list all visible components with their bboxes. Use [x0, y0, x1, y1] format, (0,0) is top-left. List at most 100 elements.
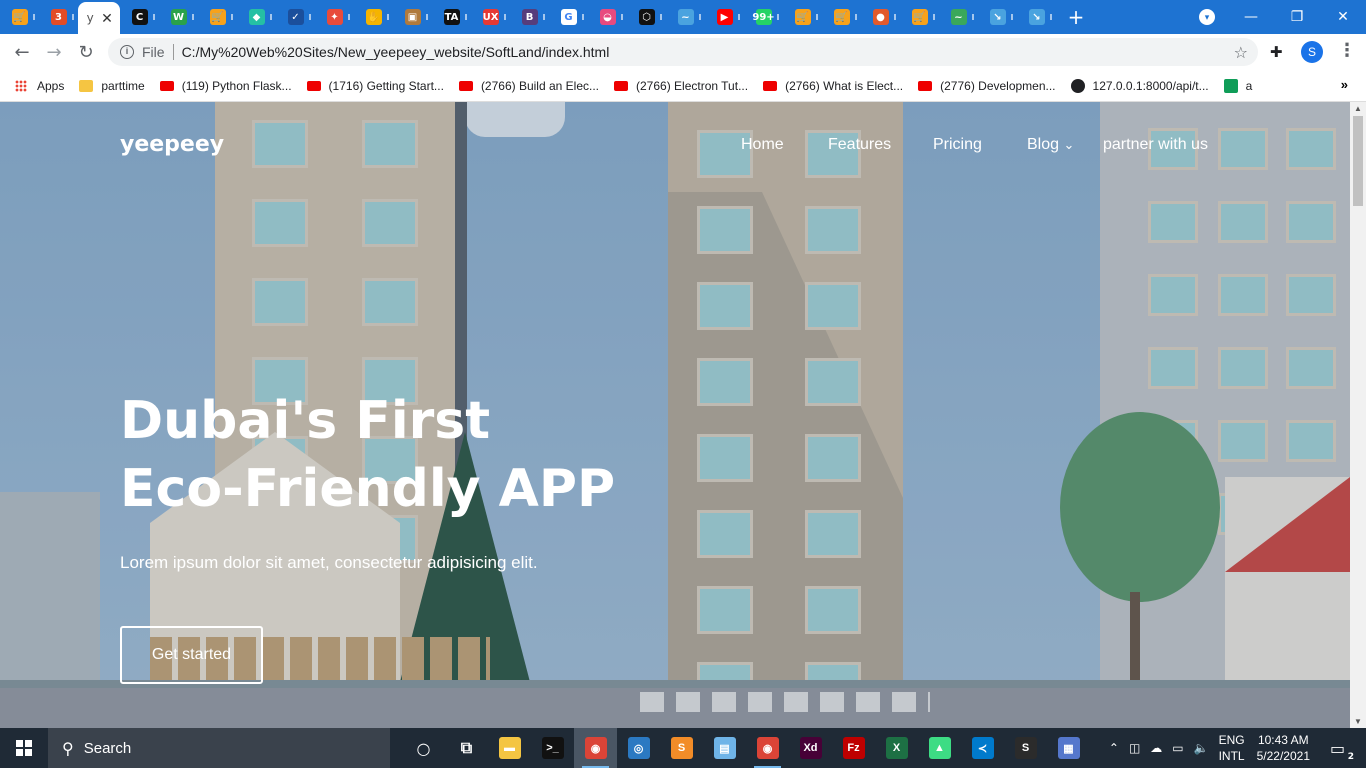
browser-tab[interactable]: ~: [666, 0, 705, 34]
taskbar-search[interactable]: ⚲ Search: [48, 728, 390, 768]
browser-tab[interactable]: C: [120, 0, 159, 34]
browser-tab[interactable]: 🛒: [900, 0, 939, 34]
address-bar[interactable]: i File C:/My%20Web%20Sites/New_yeepeey_w…: [108, 38, 1258, 66]
volume-icon[interactable]: 🔈: [1194, 741, 1209, 755]
scroll-up-icon[interactable]: ▲: [1354, 104, 1362, 113]
scrollbar-thumb[interactable]: [1353, 116, 1363, 206]
system-clock[interactable]: 10:43 AM 5/22/2021: [1257, 732, 1310, 764]
browser-tab[interactable]: ●: [861, 0, 900, 34]
browser-tab[interactable]: 3: [39, 0, 78, 34]
taskbar-app[interactable]: ◉: [574, 728, 617, 768]
browser-tab[interactable]: ⬡: [627, 0, 666, 34]
browser-tab[interactable]: ▣: [393, 0, 432, 34]
browser-tab[interactable]: ◒: [588, 0, 627, 34]
bookmark-item[interactable]: (2766) Electron Tut...: [614, 79, 748, 93]
taskbar-app[interactable]: ▬: [488, 728, 531, 768]
nav-home[interactable]: Home: [741, 136, 784, 154]
bookmarks-overflow-icon[interactable]: »: [1341, 77, 1348, 92]
browser-tab[interactable]: G: [549, 0, 588, 34]
bookmark-item[interactable]: parttime: [79, 79, 145, 93]
browser-tab-strip: 🛒 3 y ✕ C W 🛒 ◆ ✓ ✦ ✋ ▣ TA UX B G ◒ ⬡ ~ ▶ 99+ 🛒 🛒 ● 🛒 ~ ↘ ↘ +: [0, 0, 1366, 34]
site-logo[interactable]: yeepeey: [120, 132, 224, 157]
input-language[interactable]: ENG INTL: [1219, 732, 1245, 764]
start-button[interactable]: [0, 728, 48, 768]
network-icon[interactable]: ▭: [1172, 741, 1183, 755]
browser-tab[interactable]: 🛒: [822, 0, 861, 34]
reload-icon[interactable]: ↻: [70, 42, 102, 63]
taskbar-app[interactable]: >_: [531, 728, 574, 768]
bookmark-star-icon[interactable]: ☆: [1234, 43, 1248, 62]
taskbar-app[interactable]: ≺: [961, 728, 1004, 768]
forward-icon[interactable]: →: [38, 42, 70, 63]
taskbar-app[interactable]: Xd: [789, 728, 832, 768]
browser-tab[interactable]: ↘: [1017, 0, 1056, 34]
restore-icon[interactable]: ❐: [1274, 9, 1320, 25]
action-center-icon[interactable]: ▭ 2: [1330, 739, 1358, 762]
bookmark-item[interactable]: (2776) Developmen...: [918, 79, 1056, 93]
taskbar-app[interactable]: ○: [402, 728, 445, 768]
browser-tab[interactable]: TA: [432, 0, 471, 34]
browser-tab[interactable]: ✓: [276, 0, 315, 34]
taskbar-app[interactable]: ◎: [617, 728, 660, 768]
browser-tab[interactable]: ✦: [315, 0, 354, 34]
system-tray: ⌃ ◫ ☁ ▭ 🔈 ENG INTL 10:43 AM 5/22/2021 ▭ 2: [1109, 728, 1366, 768]
bookmark-item[interactable]: (2766) What is Elect...: [763, 79, 903, 93]
extensions-puzzle-icon[interactable]: ✚: [1270, 43, 1283, 61]
browser-tab[interactable]: 99+: [744, 0, 783, 34]
profile-avatar[interactable]: S: [1301, 41, 1323, 63]
browser-tab[interactable]: UX: [471, 0, 510, 34]
browser-tab[interactable]: 🛒: [198, 0, 237, 34]
bookmark-item[interactable]: (119) Python Flask...: [159, 79, 292, 93]
browser-tab[interactable]: 🛒: [0, 0, 39, 34]
onedrive-icon[interactable]: ☁: [1150, 741, 1162, 755]
browser-tab[interactable]: ↘: [978, 0, 1017, 34]
nav-blog[interactable]: Blog ⌄: [1027, 136, 1074, 154]
scroll-down-icon[interactable]: ▼: [1354, 717, 1362, 726]
nav-pricing[interactable]: Pricing: [933, 136, 982, 154]
bookmark-item[interactable]: a: [1223, 78, 1252, 93]
nav-blog-label: Blog: [1027, 136, 1060, 153]
info-icon[interactable]: i: [120, 45, 134, 59]
browser-menu-icon[interactable]: ⋮: [1338, 40, 1356, 61]
windows-logo-icon: [16, 740, 32, 756]
browser-tab[interactable]: 🛒: [783, 0, 822, 34]
taskbar-app[interactable]: ◉: [746, 728, 789, 768]
url-text: C:/My%20Web%20Sites/New_yeepeey_website/…: [181, 44, 610, 60]
page-scrollbar[interactable]: ▲ ▼: [1350, 102, 1366, 728]
bookmark-item[interactable]: 127.0.0.1:8000/api/t...: [1070, 78, 1209, 93]
browser-tab[interactable]: ▶: [705, 0, 744, 34]
taskbar-app[interactable]: ▦: [1047, 728, 1090, 768]
browser-tab[interactable]: ✋: [354, 0, 393, 34]
bookmark-item[interactable]: Apps: [15, 79, 64, 93]
tab-active[interactable]: y ✕: [78, 2, 120, 34]
meet-now-icon[interactable]: ◫: [1129, 741, 1140, 755]
browser-tab[interactable]: ◆: [237, 0, 276, 34]
minimize-icon[interactable]: —: [1228, 9, 1274, 25]
browser-tab[interactable]: ~: [939, 0, 978, 34]
nav-features[interactable]: Features: [828, 136, 891, 154]
nav-partner[interactable]: partner with us: [1103, 136, 1208, 154]
parrot-icon: ●: [872, 9, 889, 25]
browser-tab[interactable]: B: [510, 0, 549, 34]
bookmark-item[interactable]: (2766) Build an Elec...: [458, 79, 599, 93]
get-started-button[interactable]: Get started: [120, 626, 263, 684]
close-window-icon[interactable]: ✕: [1320, 9, 1366, 25]
close-tab-icon[interactable]: ✕: [101, 10, 113, 27]
taskbar-app[interactable]: S: [660, 728, 703, 768]
bookmark-item[interactable]: (1716) Getting Start...: [306, 79, 444, 93]
back-icon[interactable]: ←: [6, 42, 38, 63]
tab-search-icon[interactable]: ▾: [1199, 9, 1215, 25]
taskbar-app[interactable]: Fz: [832, 728, 875, 768]
cart-icon: 🛒: [833, 9, 850, 25]
clock-time: 10:43 AM: [1257, 733, 1309, 747]
taskbar-app[interactable]: ⧉: [445, 728, 488, 768]
tab-divider: [855, 14, 857, 20]
taskbar-app[interactable]: ▲: [918, 728, 961, 768]
taskbar-app[interactable]: X: [875, 728, 918, 768]
taskbar-app[interactable]: S: [1004, 728, 1047, 768]
show-hidden-icons-icon[interactable]: ⌃: [1109, 741, 1119, 755]
new-tab-button[interactable]: +: [1056, 5, 1096, 29]
taskbar-app[interactable]: ▤: [703, 728, 746, 768]
hero-title-line-2: Eco-Friendly APP: [120, 459, 616, 519]
browser-tab[interactable]: W: [159, 0, 198, 34]
